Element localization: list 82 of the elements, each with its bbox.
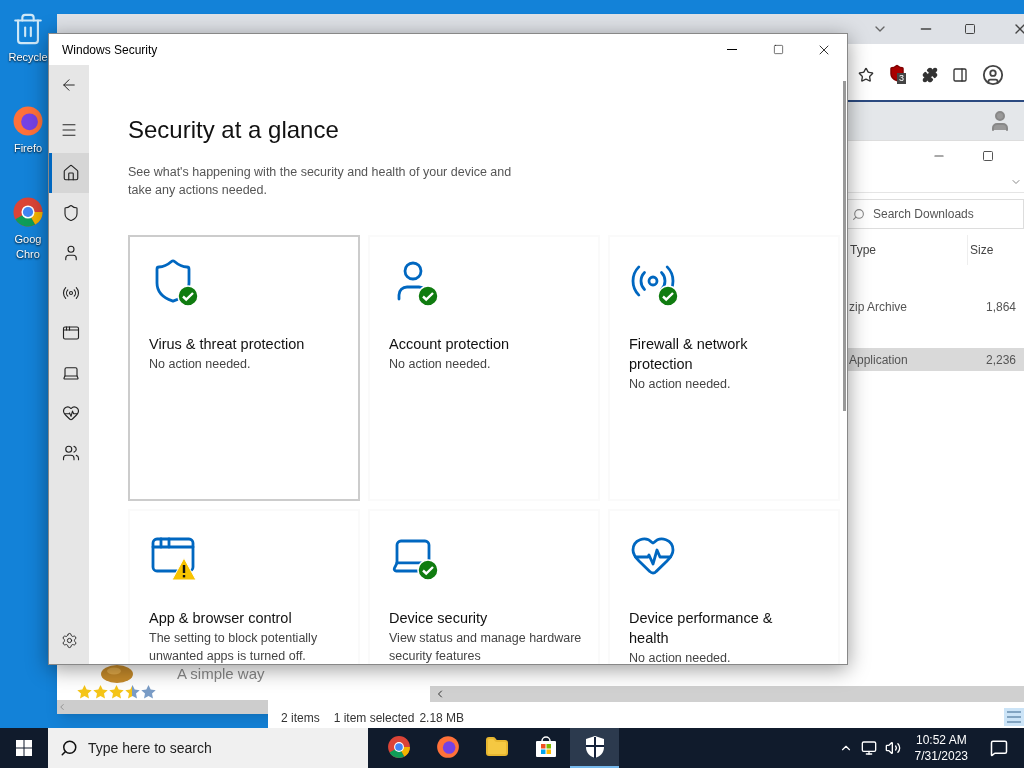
desktop-icon-label: Firefo xyxy=(13,141,43,156)
page-text: A simple way xyxy=(177,665,265,683)
desktop-icon-label: Chro xyxy=(16,247,40,262)
firefox-icon xyxy=(435,735,460,759)
puzzle-icon[interactable] xyxy=(922,67,938,83)
status-text: 1 item selected xyxy=(333,710,415,727)
star-icon xyxy=(141,685,156,699)
card-title: Virus & threat protection xyxy=(149,335,306,354)
network-icon[interactable] xyxy=(860,740,877,756)
home-icon xyxy=(61,164,80,182)
card-title: Device security xyxy=(389,609,489,628)
notifications-icon[interactable] xyxy=(990,739,1008,757)
card-title: Firewall & network protection xyxy=(629,335,749,374)
extension-badge: 3 xyxy=(897,73,906,84)
window-title: Windows Security xyxy=(61,41,159,59)
card-title: App & browser control xyxy=(149,609,293,628)
star-icon xyxy=(109,685,124,699)
card-status: No action needed. xyxy=(629,376,732,393)
file-row[interactable]: Application 2,236 xyxy=(848,348,1024,371)
card-title: Device performance & health xyxy=(629,609,774,648)
page-heading: Security at a glance xyxy=(128,115,340,145)
column-header[interactable]: Size xyxy=(968,235,1024,265)
maximize-icon[interactable] xyxy=(964,23,976,35)
search-icon xyxy=(60,739,78,757)
table-cell-text: 2,236 xyxy=(985,351,1018,369)
status-text: 2 items xyxy=(281,710,320,727)
bookmark-star-icon[interactable] xyxy=(858,67,874,83)
search-icon xyxy=(852,207,865,221)
table-cell-text: 1,864 xyxy=(985,298,1018,316)
side-panel-icon[interactable] xyxy=(952,67,968,83)
nav-item[interactable] xyxy=(49,153,89,193)
table-cell-text: zip Archive xyxy=(848,298,909,316)
laptop-icon xyxy=(61,364,80,382)
shield-icon xyxy=(61,204,80,222)
chrome-icon xyxy=(386,735,411,759)
card-status: The setting to block potentially unwanted apps is turned off. xyxy=(149,630,319,664)
feature-card[interactable]: App & browser control The setting to block potentially unwanted apps is turned off. xyxy=(128,509,360,664)
chrome-icon[interactable] xyxy=(12,196,44,228)
search-placeholder: Search Downloads xyxy=(873,206,974,223)
star-icon xyxy=(125,685,140,699)
card-status: No action needed. xyxy=(149,356,252,373)
menu-icon xyxy=(60,121,78,139)
feature-card[interactable]: Device security View status and manage hardware security features xyxy=(368,509,600,664)
minimize-icon xyxy=(727,49,737,50)
shield-icon xyxy=(583,735,606,759)
taskbar-app[interactable] xyxy=(570,728,619,768)
window-icon xyxy=(61,324,80,342)
heart-pulse-icon xyxy=(61,404,80,422)
star-icon xyxy=(93,685,108,699)
shopping-bag-icon xyxy=(533,735,558,759)
feature-card[interactable]: Virus & threat protection No action needed. xyxy=(128,235,360,501)
settings-icon xyxy=(60,631,78,649)
card-status: View status and manage hardware security features xyxy=(389,630,583,664)
feature-card[interactable]: Firewall & network protection No action needed. xyxy=(608,235,840,501)
volume-icon[interactable] xyxy=(884,740,901,756)
clock[interactable]: 10:52 AM 7/31/2023 xyxy=(908,732,974,764)
wireless-icon xyxy=(61,284,80,302)
card-title: Account protection xyxy=(389,335,511,354)
card-status: No action needed. xyxy=(389,356,492,373)
profile-icon[interactable] xyxy=(982,64,1004,86)
maximize-icon xyxy=(772,44,784,55)
recycle-bin-icon[interactable] xyxy=(11,12,45,46)
search-field[interactable]: Search Downloads xyxy=(848,199,1024,229)
desktop-icon-label: Recycle xyxy=(8,50,48,65)
file-row[interactable]: zip Archive 1,864 xyxy=(848,295,1024,318)
desktop-icon-label: Goog xyxy=(14,232,42,247)
horizontal-scrollbar[interactable] xyxy=(430,686,1024,702)
card-status: No action needed. xyxy=(629,650,732,664)
horizontal-scrollbar[interactable] xyxy=(57,700,268,714)
windows-logo-icon xyxy=(16,740,32,756)
feature-card[interactable]: Device performance & health No action needed. xyxy=(608,509,840,664)
maximize-icon[interactable] xyxy=(982,150,994,162)
people-icon xyxy=(61,444,80,462)
status-text: 2.18 MB xyxy=(419,710,465,727)
page-description: See what's happening with the security and health of your device and take any actions needed. xyxy=(128,164,513,199)
star-icon xyxy=(77,685,92,699)
taskbar-search-field[interactable]: Type here to search xyxy=(48,728,368,768)
search-placeholder: Type here to search xyxy=(88,738,212,758)
feature-card[interactable]: Account protection No action needed. xyxy=(368,235,600,501)
scrollbar[interactable] xyxy=(843,81,846,411)
table-cell-text: Application xyxy=(848,351,909,369)
folder-icon xyxy=(484,735,509,759)
